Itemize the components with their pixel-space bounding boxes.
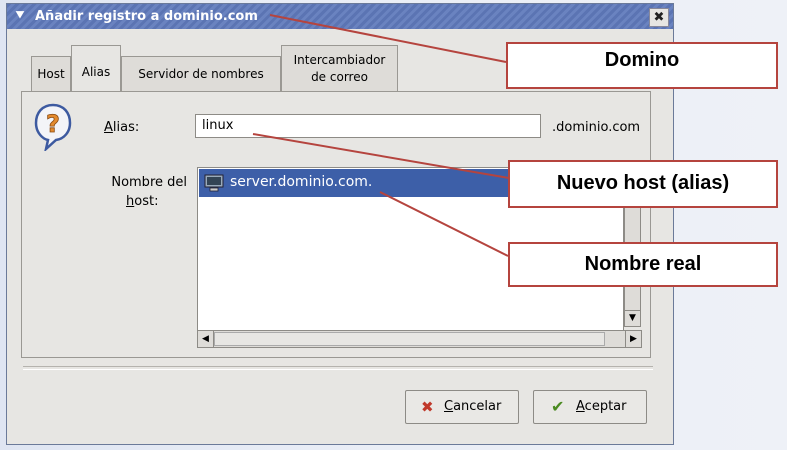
new-host-annotation: Nuevo host (alias): [508, 160, 778, 208]
cancel-label-rest: ancelar: [453, 399, 502, 414]
host-label-rest: ost:: [134, 194, 159, 209]
tab-name-server[interactable]: Servidor de nombres: [121, 56, 281, 91]
cancel-button[interactable]: ✖ Cancelar: [405, 390, 519, 424]
scroll-right-arrow[interactable]: ▶: [625, 331, 641, 347]
alias-label-rest: lias:: [112, 120, 140, 135]
cancel-button-label: Cancelar: [444, 399, 501, 414]
accept-mnemonic: A: [576, 399, 585, 414]
host-mnemonic: h: [126, 194, 135, 209]
scroll-down-arrow[interactable]: ▼: [625, 310, 640, 326]
svg-text:?: ?: [46, 110, 60, 138]
checkmark-icon: ✔: [551, 397, 565, 416]
host-name-label-line1: Nombre del: [111, 175, 187, 190]
accept-button-label: Aceptar: [576, 399, 626, 414]
tab-host-label: Host: [37, 67, 65, 81]
window-title: Añadir registro a dominio.com: [35, 9, 258, 24]
accept-button[interactable]: ✔ Aceptar: [533, 390, 647, 424]
accept-label-rest: ceptar: [584, 399, 627, 414]
title-bar[interactable]: ⯆ Añadir registro a dominio.com ✖: [7, 4, 673, 29]
alias-label: Alias:: [104, 120, 139, 135]
close-icon[interactable]: ✖: [649, 8, 669, 27]
tab-alias[interactable]: Alias: [71, 45, 121, 92]
tab-name-server-label: Servidor de nombres: [138, 67, 264, 81]
tab-mail-exchanger-line1: Intercambiador: [293, 53, 386, 67]
cancel-icon: ✖: [421, 398, 434, 416]
host-name-label: Nombre del host:: [105, 173, 187, 211]
real-name-annotation: Nombre real: [508, 242, 778, 287]
separator: [23, 366, 653, 370]
scroll-thumb[interactable]: [214, 332, 605, 346]
horizontal-scrollbar[interactable]: ◀ ▶: [197, 330, 642, 348]
host-list-item-label: server.dominio.com.: [230, 174, 373, 190]
scroll-left-arrow[interactable]: ◀: [198, 331, 214, 347]
alias-input[interactable]: linux: [195, 114, 541, 138]
host-name-label-line2: host:: [105, 192, 187, 211]
question-icon: ?: [34, 103, 72, 151]
tab-mail-exchanger[interactable]: Intercambiador de correo: [281, 45, 398, 92]
tab-mail-exchanger-line2: de correo: [311, 70, 368, 84]
tab-alias-label: Alias: [81, 65, 111, 79]
cancel-mnemonic: C: [444, 399, 454, 414]
computer-icon: [204, 174, 224, 192]
alias-domain-suffix: .dominio.com: [552, 120, 641, 135]
chevron-down-icon[interactable]: ⯆: [12, 8, 28, 24]
tab-host[interactable]: Host: [31, 56, 71, 91]
alias-mnemonic: A: [104, 120, 113, 135]
domain-annotation: Domino: [506, 42, 778, 89]
